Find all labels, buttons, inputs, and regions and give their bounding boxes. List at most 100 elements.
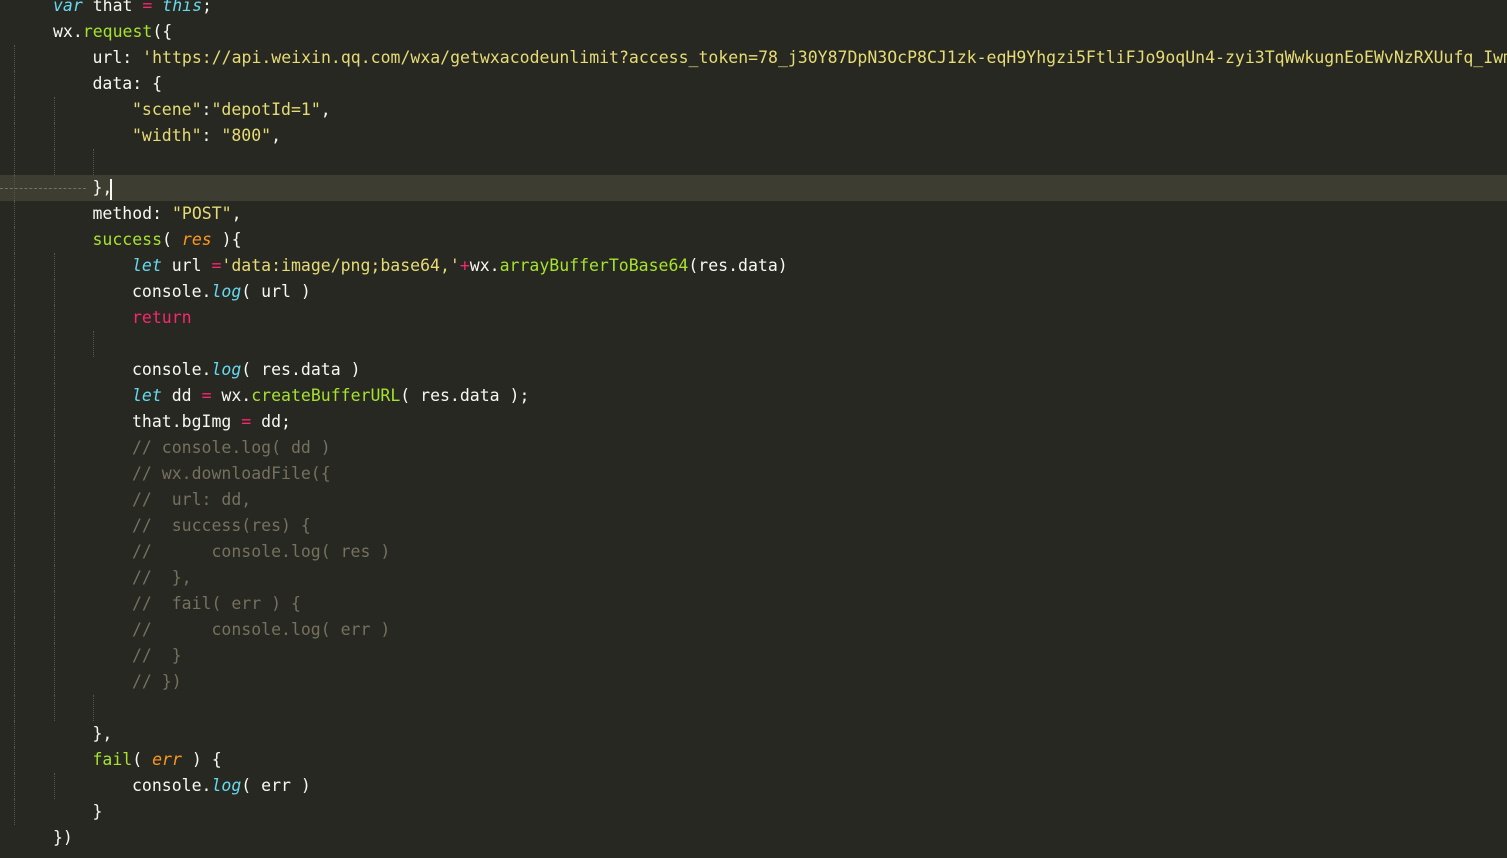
- code-text: success( res ){: [93, 227, 242, 253]
- indent-guide: [14, 71, 16, 97]
- code-token: var: [53, 0, 83, 15]
- indent-guide: [14, 747, 16, 773]
- code-line[interactable]: return: [0, 305, 1507, 331]
- code-line[interactable]: // console.log( res ): [0, 539, 1507, 565]
- code-text: }: [93, 799, 103, 825]
- code-line[interactable]: wx.request({: [0, 19, 1507, 45]
- code-token: :: [201, 126, 222, 145]
- code-line[interactable]: // }): [0, 669, 1507, 695]
- indent-guide: [14, 643, 16, 669]
- indent-guide: [53, 461, 56, 487]
- code-token: log: [211, 776, 242, 795]
- code-token: err: [152, 750, 182, 769]
- code-line[interactable]: // url: dd,: [0, 487, 1507, 513]
- code-line[interactable]: console.log( err ): [0, 773, 1507, 799]
- code-line[interactable]: console.log( res.data ): [0, 357, 1507, 383]
- code-line[interactable]: // console.log( dd ): [0, 435, 1507, 461]
- code-token: // console.log( res ): [132, 542, 391, 561]
- code-line[interactable]: [0, 331, 1507, 357]
- code-line[interactable]: let dd = wx.createBufferURL( res.data );: [0, 383, 1507, 409]
- indent-guide: [53, 695, 56, 721]
- indent-guide: [14, 201, 16, 227]
- code-token: dd;: [251, 412, 291, 431]
- code-text: },: [93, 721, 113, 747]
- code-token: ( res.data ): [241, 360, 361, 379]
- indent-guide: [14, 409, 16, 435]
- indent-guide: [53, 383, 56, 409]
- indent-guide: [53, 97, 56, 123]
- code-line[interactable]: console.log( url ): [0, 279, 1507, 305]
- code-line[interactable]: },: [0, 721, 1507, 747]
- code-text: }): [53, 825, 73, 851]
- code-token: "scene": [132, 100, 202, 119]
- code-token: // success(res) {: [132, 516, 311, 535]
- code-token: ( url ): [241, 282, 311, 301]
- indent-guide: [14, 227, 16, 253]
- code-token: request: [82, 22, 153, 41]
- code-line[interactable]: }): [0, 825, 1507, 851]
- code-text: console.log( res.data ): [132, 357, 361, 383]
- code-text: // }: [132, 643, 182, 669]
- code-token: url: [161, 256, 212, 275]
- code-line[interactable]: // wx.downloadFile({: [0, 461, 1507, 487]
- code-token: =: [201, 386, 212, 405]
- code-token: 'data:image/png;base64,': [221, 256, 460, 275]
- code-text: // },: [132, 565, 192, 591]
- indent-guide: [14, 617, 16, 643]
- code-text: wx.request({: [53, 19, 172, 45]
- code-line[interactable]: // },: [0, 565, 1507, 591]
- code-line[interactable]: url: 'https://api.weixin.qq.com/wxa/getw…: [0, 45, 1507, 71]
- code-line[interactable]: data: {: [0, 71, 1507, 97]
- code-token: success: [92, 230, 163, 249]
- code-text: console.log( err ): [132, 773, 311, 799]
- code-token: ) {: [181, 750, 222, 769]
- code-token: console.: [132, 776, 212, 795]
- code-token: createBufferURL: [251, 386, 401, 405]
- code-line[interactable]: "width": "800",: [0, 123, 1507, 149]
- code-text: let dd = wx.createBufferURL( res.data );: [132, 383, 529, 409]
- code-text: // wx.downloadFile({: [132, 461, 331, 487]
- code-line[interactable]: // success(res) {: [0, 513, 1507, 539]
- code-token: // url: dd,: [132, 490, 252, 509]
- code-line[interactable]: // fail( err ) {: [0, 591, 1507, 617]
- code-text: let url ='data:image/png;base64,'+wx.arr…: [132, 253, 788, 279]
- code-line[interactable]: "scene":"depotId=1",: [0, 97, 1507, 123]
- code-text: url: 'https://api.weixin.qq.com/wxa/getw…: [93, 45, 1507, 71]
- code-line[interactable]: method: "POST",: [0, 201, 1507, 227]
- code-line[interactable]: var that = this;: [0, 0, 1507, 19]
- code-line[interactable]: success( res ){: [0, 227, 1507, 253]
- code-token: method:: [92, 204, 172, 223]
- indent-guide: [14, 487, 16, 513]
- indent-guide: [53, 513, 56, 539]
- code-line[interactable]: that.bgImg = dd;: [0, 409, 1507, 435]
- indent-guide: [53, 669, 56, 695]
- code-token: "POST": [171, 204, 232, 223]
- code-line[interactable]: },: [0, 175, 1507, 201]
- code-text: // success(res) {: [132, 513, 311, 539]
- code-token: // },: [132, 568, 192, 587]
- active-indent-marker: [0, 188, 86, 190]
- indent-guide: [14, 331, 16, 357]
- code-token: ){: [211, 230, 242, 249]
- code-line[interactable]: // console.log( err ): [0, 617, 1507, 643]
- code-token: // }: [132, 646, 182, 665]
- code-editor[interactable]: var that = this; wx.request({url: 'https:…: [0, 0, 1507, 858]
- code-token: log: [211, 282, 242, 301]
- code-line[interactable]: fail( err ) {: [0, 747, 1507, 773]
- code-token: }: [92, 802, 103, 821]
- code-line[interactable]: [0, 695, 1507, 721]
- code-token: // console.log( err ): [132, 620, 391, 639]
- code-line[interactable]: // }: [0, 643, 1507, 669]
- code-line[interactable]: [0, 149, 1507, 175]
- code-token: let: [132, 386, 162, 405]
- text-cursor: [110, 179, 112, 200]
- indent-guide: [14, 45, 16, 71]
- code-token: =: [142, 0, 153, 15]
- code-line[interactable]: }: [0, 799, 1507, 825]
- code-token: (: [132, 750, 153, 769]
- code-line[interactable]: let url ='data:image/png;base64,'+wx.arr…: [0, 253, 1507, 279]
- indent-guide: [53, 773, 56, 799]
- indent-guide: [53, 591, 56, 617]
- code-token: =: [241, 412, 252, 431]
